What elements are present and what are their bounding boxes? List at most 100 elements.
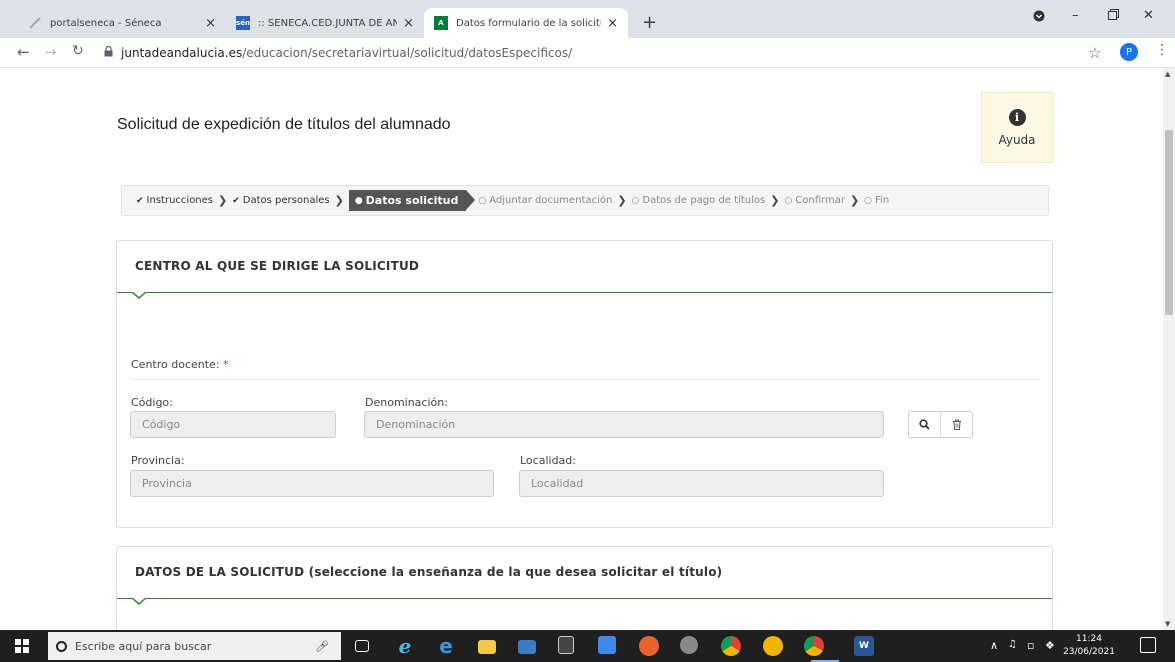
info-icon: i [1008,108,1026,126]
browser-account-icon[interactable] [1033,10,1045,26]
codigo-input[interactable]: Código [130,411,336,438]
step-datos-pago: ○ Datos de pago de títulos [632,195,766,206]
gimp-icon[interactable] [680,636,698,654]
step-label: Adjuntar documentación [489,195,613,206]
close-tab-icon[interactable]: × [403,16,414,31]
windows-start-icon[interactable] [15,639,29,653]
search-button[interactable] [909,412,940,437]
delete-button[interactable] [940,412,972,437]
notifications-icon[interactable] [1140,637,1156,653]
close-tab-icon[interactable]: × [205,16,216,31]
volume-icon[interactable]: ♫ [1008,639,1017,650]
browser-tab-strip: portalseneca - Séneca × sén :: SENECA.CE… [0,0,1175,38]
taskbar-search-placeholder: Escribe aquí para buscar [75,639,212,653]
chrome-icon[interactable] [721,636,741,656]
chevron-right-icon: ❯ [334,194,344,207]
dropbox-tray-icon[interactable]: ❖ [1045,639,1055,652]
file-explorer-icon[interactable] [478,640,496,654]
address-bar[interactable]: juntadeandalucia.es/educacion/secretaria… [100,41,1100,65]
help-button[interactable]: i Ayuda [981,92,1053,163]
centro-search-buttons [908,411,973,438]
provincia-input[interactable]: Provincia [130,470,494,497]
search-icon [919,419,930,430]
step-label: Datos solicitud [365,194,459,207]
step-label: Datos de pago de títulos [642,195,766,206]
provincia-label: Provincia: [131,454,185,467]
tab-title: :: SENECA.CED.JUNTA DE ANDALU [258,17,398,29]
clock-date: 23/06/2021 [1063,647,1115,657]
browser-toolbar: ← → ↻ juntadeandalucia.es/educacion/secr… [0,38,1175,68]
firefox-icon[interactable] [639,636,659,656]
network-icon[interactable]: ▫ [1027,639,1034,652]
localidad-input[interactable]: Localidad [519,470,884,497]
back-arrow-icon[interactable]: ← [17,43,30,61]
centro-panel: CENTRO AL QUE SE DIRIGE LA SOLICITUD Cen… [116,240,1053,528]
close-window-icon[interactable]: ✕ [1143,8,1154,23]
scroll-down-icon[interactable]: ▼ [1165,620,1170,628]
wizard-steps: ✔︎ Instrucciones ❯ ✔︎ Datos personales ❯ ●… [121,185,1049,216]
step-label: Instrucciones [146,195,214,206]
edge-legacy-icon[interactable]: e [395,634,415,658]
chrome-canary-icon[interactable] [763,636,783,656]
header-notch [131,291,147,300]
filled-circle-icon: ● [354,195,363,206]
restore-window-icon[interactable] [1108,9,1119,24]
task-view-icon[interactable] [355,640,369,652]
codigo-label: Código: [131,396,173,409]
scrollbar-thumb[interactable] [1165,130,1173,315]
seneca-favicon-icon: sén [236,16,250,30]
calculator-icon[interactable] [558,636,574,654]
denominacion-label: Denominación: [365,396,448,409]
browser-menu-icon[interactable]: ⋮ [1155,42,1169,58]
clock-time: 11:24 [1076,634,1102,644]
taskbar-search-box[interactable]: Escribe aquí para buscar 🎤︎ [48,632,341,660]
help-label: Ayuda [998,132,1036,147]
chevron-right-icon: ❯ [849,194,860,207]
step-label: Datos personales [242,195,330,206]
reload-icon[interactable]: ↻ [72,43,84,59]
chevron-right-icon: ❯ [770,194,780,207]
new-tab-button[interactable]: + [642,12,657,33]
scroll-up-icon[interactable]: ▲ [1165,70,1170,78]
centro-panel-heading: CENTRO AL QUE SE DIRIGE LA SOLICITUD [135,259,420,273]
windows-taskbar: Escribe aquí para buscar 🎤︎ e e W ∧ ♫ ▫ … [0,630,1175,662]
word-icon[interactable]: W [854,636,874,656]
chrome-active-icon[interactable] [804,636,824,656]
step-datos-solicitud: ● Datos solicitud [348,190,475,211]
microphone-icon[interactable]: 🎤︎ [315,640,329,653]
chevron-right-icon: ❯ [617,194,627,207]
store-icon[interactable] [518,640,536,654]
tab-datos-formulario[interactable]: A Datos formulario de la solicitud × [424,8,628,38]
step-label: Fin [875,195,890,206]
tab-title: portalseneca - Séneca [50,17,162,29]
check-circle-icon: ✔︎ [232,195,240,206]
step-adjuntar-documentacion: ○ Adjuntar documentación [478,195,612,206]
chevron-up-icon[interactable]: ∧ [990,639,998,652]
denominacion-input[interactable]: Denominación [364,411,884,438]
forward-arrow-icon[interactable]: → [44,43,57,61]
empty-circle-icon: ○ [784,195,793,206]
empty-circle-icon: ○ [631,195,640,206]
edge-icon[interactable]: e [436,634,456,658]
lock-icon [104,45,113,60]
step-label: Confirmar [795,195,845,206]
profile-avatar[interactable]: P [1120,43,1138,61]
check-circle-icon: ✔︎ [136,195,144,206]
datos-solicitud-panel: DATOS DE LA SOLICITUD (seleccione la ens… [116,546,1053,630]
localidad-label: Localidad: [520,454,576,467]
page-scrollbar[interactable]: ▲ ▼ [1163,68,1175,630]
dropbox-icon[interactable] [598,636,616,654]
bookmark-star-icon[interactable]: ☆ [1088,44,1101,62]
page-content: Solicitud de expedición de títulos del a… [0,68,1163,630]
page-title: Solicitud de expedición de títulos del a… [117,116,451,133]
tab-seneca-ced[interactable]: sén :: SENECA.CED.JUNTA DE ANDALU × [226,8,424,38]
close-tab-icon[interactable]: × [607,16,618,31]
required-asterisk: * [223,358,229,371]
divider [131,379,1040,380]
minimize-window-icon[interactable]: – [1072,8,1079,23]
url-host: juntadeandalucia.es [121,46,243,60]
trash-icon [952,419,961,430]
centro-docente-label: Centro docente: * [131,358,229,371]
tab-portalseneca[interactable]: portalseneca - Séneca × [18,8,226,38]
taskbar-clock[interactable]: 11:24 23/06/2021 [1063,633,1115,659]
